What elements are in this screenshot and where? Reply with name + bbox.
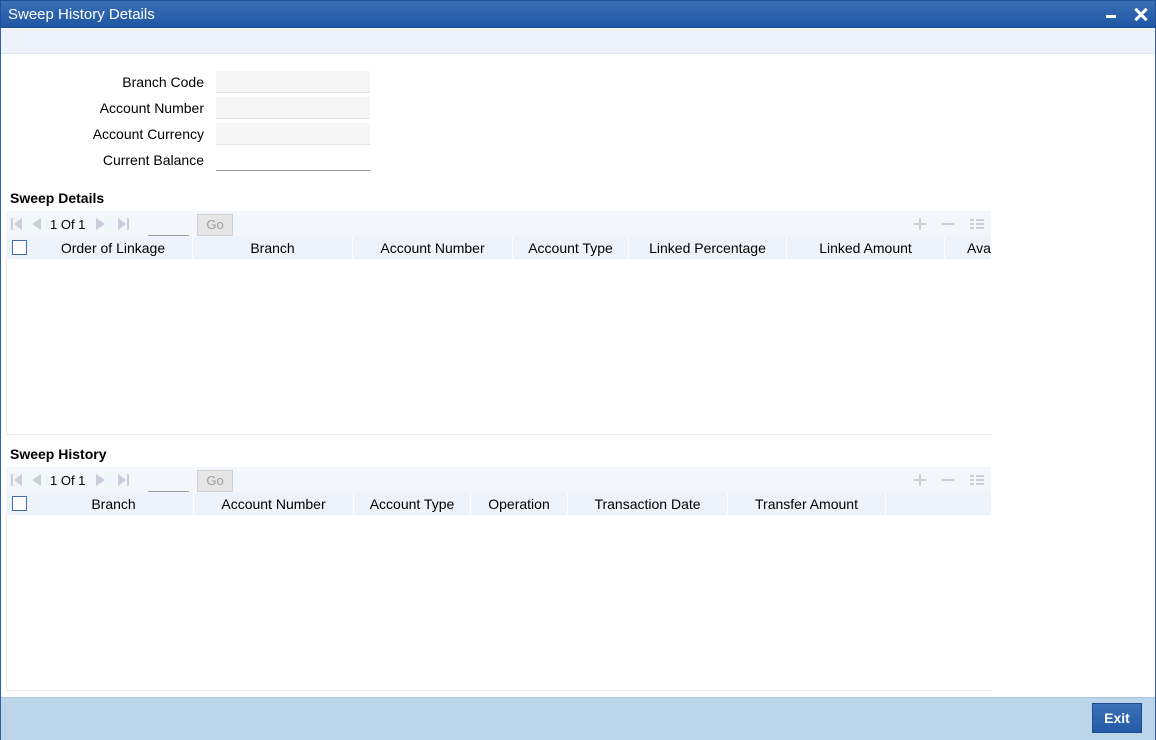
first-page-icon[interactable] [11, 218, 23, 230]
column-header[interactable]: Branch [193, 237, 353, 259]
sweep-history-grid: 1 Of 1 Go Branch Account Number Account … [6, 467, 991, 691]
footer-bar [1, 697, 1155, 740]
last-page-icon[interactable] [118, 474, 130, 486]
first-page-icon[interactable] [11, 474, 23, 486]
account-currency-field[interactable] [216, 123, 370, 145]
minimize-icon[interactable] [1102, 5, 1120, 23]
sweep-details-grid: 1 Of 1 Go Order of Linkage Branch Accoun… [6, 211, 991, 435]
sweep-history-body [6, 515, 991, 691]
column-header[interactable]: Account Type [354, 493, 471, 515]
add-row-icon[interactable] [914, 218, 926, 230]
page-indicator: 1 Of 1 [50, 217, 86, 232]
previous-page-icon[interactable] [31, 218, 43, 230]
next-page-icon[interactable] [95, 218, 107, 230]
sweep-history-header: Branch Account Number Account Type Opera… [6, 493, 991, 515]
sweep-details-title: Sweep Details [10, 190, 105, 206]
page-number-input[interactable] [148, 472, 189, 492]
close-icon[interactable] [1132, 5, 1150, 23]
exit-button[interactable]: Exit [1092, 703, 1142, 733]
sweep-history-title: Sweep History [10, 446, 107, 462]
column-header[interactable]: Avai [945, 237, 991, 259]
toolbar-strip [1, 29, 1155, 54]
account-number-field[interactable] [216, 97, 370, 119]
current-balance-label: Current Balance [102, 152, 204, 168]
account-currency-label: Account Currency [92, 126, 204, 142]
go-button[interactable]: Go [197, 470, 233, 492]
column-header[interactable]: Transaction Date [568, 493, 728, 515]
column-header[interactable]: Operation [471, 493, 568, 515]
column-header[interactable]: Account Number [353, 237, 513, 259]
account-number-label: Account Number [99, 100, 204, 116]
column-header[interactable]: Order of Linkage [34, 237, 193, 259]
column-header[interactable]: Linked Percentage [629, 237, 787, 259]
go-button[interactable]: Go [197, 214, 233, 236]
page-number-input[interactable] [148, 216, 189, 236]
sweep-details-body [6, 259, 991, 435]
column-header[interactable]: Account Type [513, 237, 629, 259]
current-balance-field[interactable] [216, 149, 370, 171]
single-view-icon[interactable] [970, 474, 984, 486]
title-bar: Sweep History Details [0, 0, 1156, 28]
select-all-checkbox[interactable] [12, 496, 27, 511]
delete-row-icon[interactable] [942, 218, 954, 230]
delete-row-icon[interactable] [942, 474, 954, 486]
column-header[interactable]: Linked Amount [787, 237, 945, 259]
single-view-icon[interactable] [970, 218, 984, 230]
column-header[interactable]: Transfer Amount [728, 493, 886, 515]
sweep-details-header: Order of Linkage Branch Account Number A… [6, 237, 991, 259]
page-indicator: 1 Of 1 [50, 473, 86, 488]
branch-code-field[interactable] [216, 71, 370, 93]
column-header[interactable]: Account Number [194, 493, 354, 515]
branch-code-label: Branch Code [122, 74, 204, 90]
next-page-icon[interactable] [95, 474, 107, 486]
previous-page-icon[interactable] [31, 474, 43, 486]
window-title: Sweep History Details [8, 6, 155, 23]
last-page-icon[interactable] [118, 218, 130, 230]
sweep-details-toolbar: 1 Of 1 Go [6, 211, 991, 237]
sweep-history-toolbar: 1 Of 1 Go [6, 467, 991, 493]
add-row-icon[interactable] [914, 474, 926, 486]
select-all-checkbox[interactable] [12, 240, 27, 255]
column-header[interactable]: Branch [34, 493, 194, 515]
